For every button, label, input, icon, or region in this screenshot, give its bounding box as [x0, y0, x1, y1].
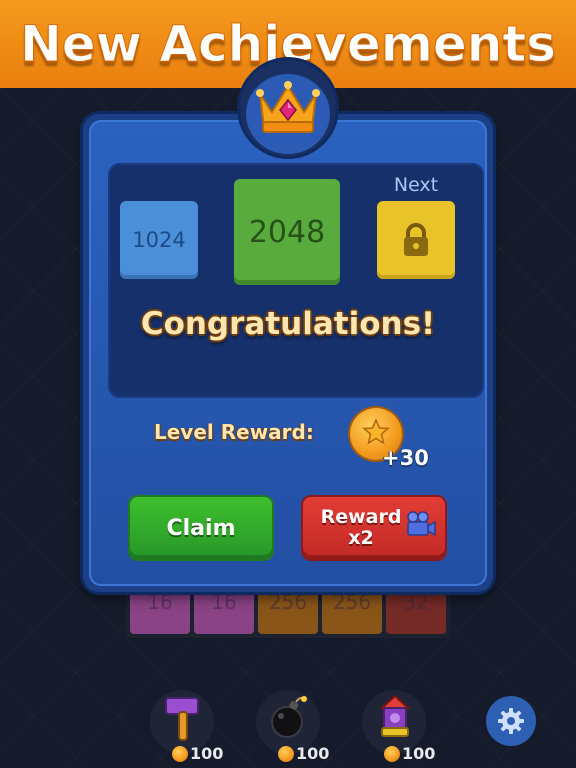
board-tile: 16 [130, 586, 190, 634]
reward-x2-button[interactable]: Reward x2 [303, 497, 445, 559]
rocket-price-value: 100 [402, 744, 436, 763]
achieved-tile-1024: 1024 [120, 201, 198, 279]
next-label: Next [393, 174, 439, 196]
reward-x2-line2: x2 [348, 527, 374, 549]
rocket-price: 100 [384, 744, 435, 763]
hammer-price-value: 100 [190, 744, 224, 763]
board-tile: 256 [322, 586, 382, 634]
current-tile-2048: 2048 [234, 179, 340, 285]
board-tile-row: 16 16 256 256 32 [130, 586, 446, 634]
level-reward-label: Level Reward: [154, 420, 314, 444]
board-tile: 32 [386, 586, 446, 634]
gear-icon [498, 708, 524, 734]
rocket-icon [379, 694, 411, 737]
congratulations-heading: Congratulations! [140, 306, 436, 342]
crown-icon [256, 81, 320, 133]
board-tile: 256 [258, 586, 318, 634]
star-icon [362, 418, 390, 445]
lock-icon [404, 223, 428, 256]
hammer-icon [165, 697, 199, 741]
coin-icon [384, 745, 400, 762]
reward-x2-line1: Reward [320, 506, 402, 528]
coin-icon [172, 745, 188, 762]
bomb-price: 100 [278, 744, 329, 763]
locked-next-tile [377, 201, 455, 279]
claim-button-label: Claim [166, 515, 236, 541]
settings-button[interactable] [486, 696, 536, 746]
bomb-icon [271, 696, 307, 738]
claim-button[interactable]: Claim [130, 497, 272, 559]
hammer-price: 100 [172, 744, 223, 763]
coin-icon [278, 745, 294, 762]
reward-x2-label: Reward x2 [317, 507, 405, 549]
board-tile: 16 [194, 586, 254, 634]
video-camera-icon [407, 511, 436, 537]
reward-amount: +30 [382, 446, 429, 470]
bomb-price-value: 100 [296, 744, 330, 763]
